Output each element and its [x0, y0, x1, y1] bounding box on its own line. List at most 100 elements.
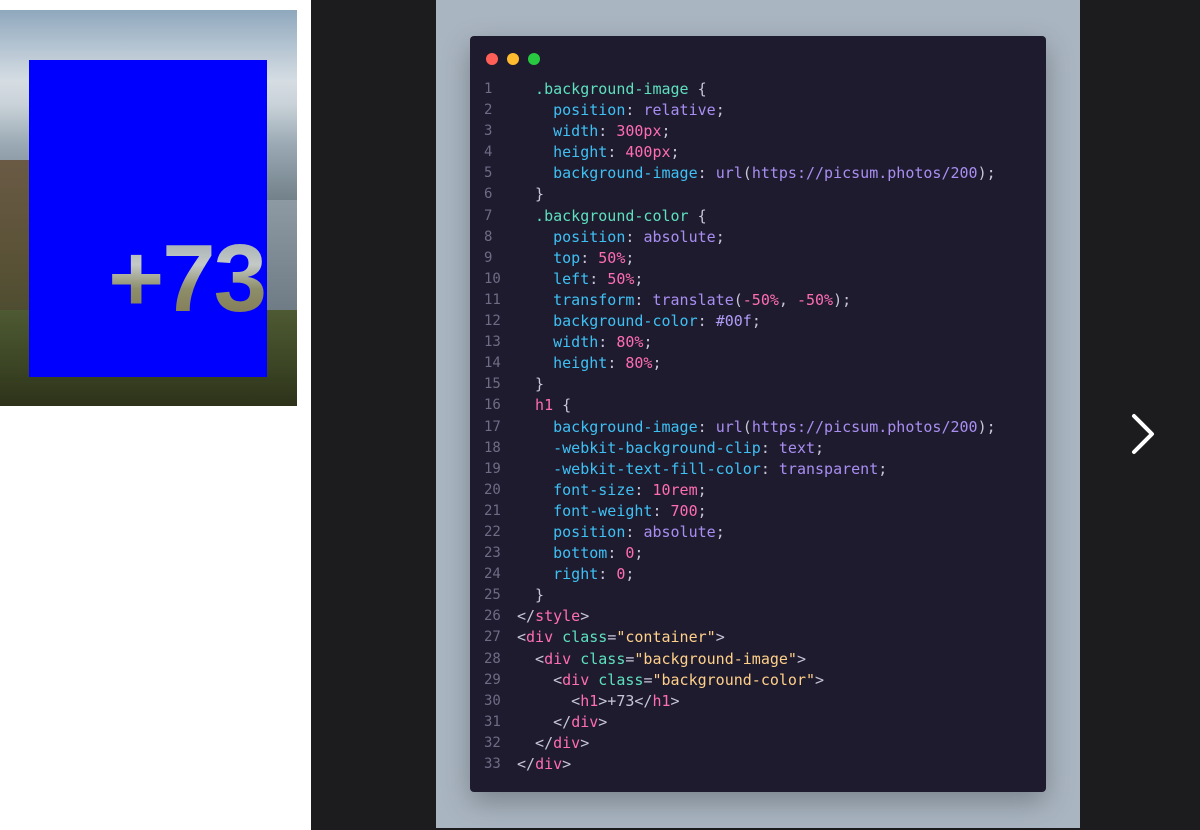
code-token: style: [535, 607, 581, 626]
code-token: :: [607, 544, 626, 563]
chevron-right-icon: [1132, 414, 1154, 454]
code-token: 300px: [616, 122, 662, 141]
code-text: background-image: url(https://picsum.pho…: [517, 163, 996, 184]
code-token: div: [571, 712, 599, 731]
code-token: "background-color": [652, 670, 816, 689]
code-token: 400px: [625, 143, 671, 162]
code-line: 21 font-weight: 700;: [470, 501, 1046, 522]
code-token: :: [652, 501, 671, 520]
line-number: 12: [484, 313, 501, 330]
code-text: <h1>+73</h1>: [517, 691, 679, 712]
line-number: 9: [484, 249, 493, 266]
code-line: 5 background-image: url(https://picsum.p…: [470, 163, 1046, 184]
code-token: (: [733, 290, 743, 309]
code-token: ;: [751, 312, 761, 331]
code-token: (: [742, 417, 752, 436]
code-token: 80%: [616, 333, 644, 352]
code-line: 28 <div class="background-image">: [470, 649, 1046, 670]
line-number: 27: [484, 629, 501, 646]
code-token: url: [715, 417, 743, 436]
code-text: .background-color {: [517, 206, 707, 227]
code-token: <: [517, 670, 563, 689]
code-token: >: [598, 712, 608, 731]
code-text: font-weight: 700;: [517, 501, 707, 522]
code-text: </div>: [517, 754, 571, 775]
code-token: >: [580, 607, 590, 626]
code-token: #00f: [715, 312, 752, 331]
code-token: :: [598, 122, 617, 141]
next-slide-button[interactable]: [1122, 408, 1162, 460]
code-token: ;: [697, 480, 707, 499]
code-token: ;: [670, 143, 680, 162]
code-token: {: [697, 206, 707, 225]
code-token: =: [607, 628, 617, 647]
code-line: 31 </div>: [470, 712, 1046, 733]
line-number: 29: [484, 671, 501, 688]
code-line: 13 width: 80%;: [470, 332, 1046, 353]
code-token: >: [796, 649, 806, 668]
code-line: 14 height: 80%;: [470, 353, 1046, 374]
line-number: 4: [484, 144, 493, 161]
code-line: 11 transform: translate(-50%, -50%);: [470, 290, 1046, 311]
code-token: }: [517, 185, 545, 204]
code-line: 26 </style>: [470, 606, 1046, 627]
code-line: 18 -webkit-background-clip: text;: [470, 438, 1046, 459]
line-number: 17: [484, 418, 501, 435]
minimize-dot: [507, 53, 519, 65]
code-line: 12 background-color: #00f;: [470, 311, 1046, 332]
rendered-preview: +73: [0, 0, 311, 830]
code-token: ;: [878, 459, 888, 478]
code-token: class: [580, 649, 626, 668]
code-token: 700: [670, 501, 698, 520]
code-text: -webkit-text-fill-color: transparent;: [517, 459, 887, 480]
code-token: {: [697, 80, 707, 98]
code-line: 22 position: absolute;: [470, 522, 1046, 543]
line-number: 32: [484, 734, 501, 751]
sea-landscape: [266, 200, 297, 310]
code-token: text: [778, 438, 816, 457]
line-number: 24: [484, 566, 501, 583]
code-text: height: 400px;: [517, 142, 680, 163]
code-token: :: [625, 227, 644, 246]
code-token: class: [598, 670, 644, 689]
code-token: ;: [652, 354, 662, 373]
code-text: position: relative;: [517, 100, 725, 121]
code-text: -webkit-background-clip: text;: [517, 438, 824, 459]
line-number: 19: [484, 460, 501, 477]
code-token: <: [517, 628, 527, 647]
code-token: position: [517, 522, 626, 541]
code-token: "container": [616, 628, 716, 647]
code-token: :: [598, 565, 617, 584]
code-block: 1 .background-image {2 position: relativ…: [470, 79, 1046, 775]
line-number: 3: [484, 123, 493, 140]
code-token: {: [562, 396, 572, 415]
code-token: -50%: [742, 290, 779, 309]
code-token: -webkit-background-clip: [517, 438, 761, 457]
line-number: 16: [484, 397, 501, 414]
code-token: h1: [580, 691, 599, 710]
code-text: position: absolute;: [517, 522, 725, 543]
code-token: absolute: [643, 227, 716, 246]
code-line: 9 top: 50%;: [470, 248, 1046, 269]
code-token: <: [517, 691, 581, 710]
code-token: ;: [634, 544, 644, 563]
code-token: 80%: [625, 354, 653, 373]
code-line: 3 width: 300px;: [470, 121, 1046, 142]
code-text: position: absolute;: [517, 227, 725, 248]
line-number: 1: [484, 81, 493, 97]
line-number: 25: [484, 587, 501, 604]
code-token: transparent: [778, 459, 879, 478]
code-window: 1 .background-image {2 position: relativ…: [470, 36, 1046, 792]
code-line: 2 position: relative;: [470, 100, 1046, 121]
code-token: -webkit-text-fill-color: [517, 459, 761, 478]
line-number: 2: [484, 102, 493, 119]
code-token: ;: [634, 269, 644, 288]
code-token: right: [517, 565, 599, 584]
code-text: left: 50%;: [517, 269, 643, 290]
code-line: 32 </div>: [470, 733, 1046, 754]
code-token: >: [715, 628, 725, 647]
code-token: position: [517, 227, 626, 246]
code-token: div: [544, 649, 572, 668]
code-token: div: [535, 755, 563, 773]
code-token: h1: [652, 691, 671, 710]
